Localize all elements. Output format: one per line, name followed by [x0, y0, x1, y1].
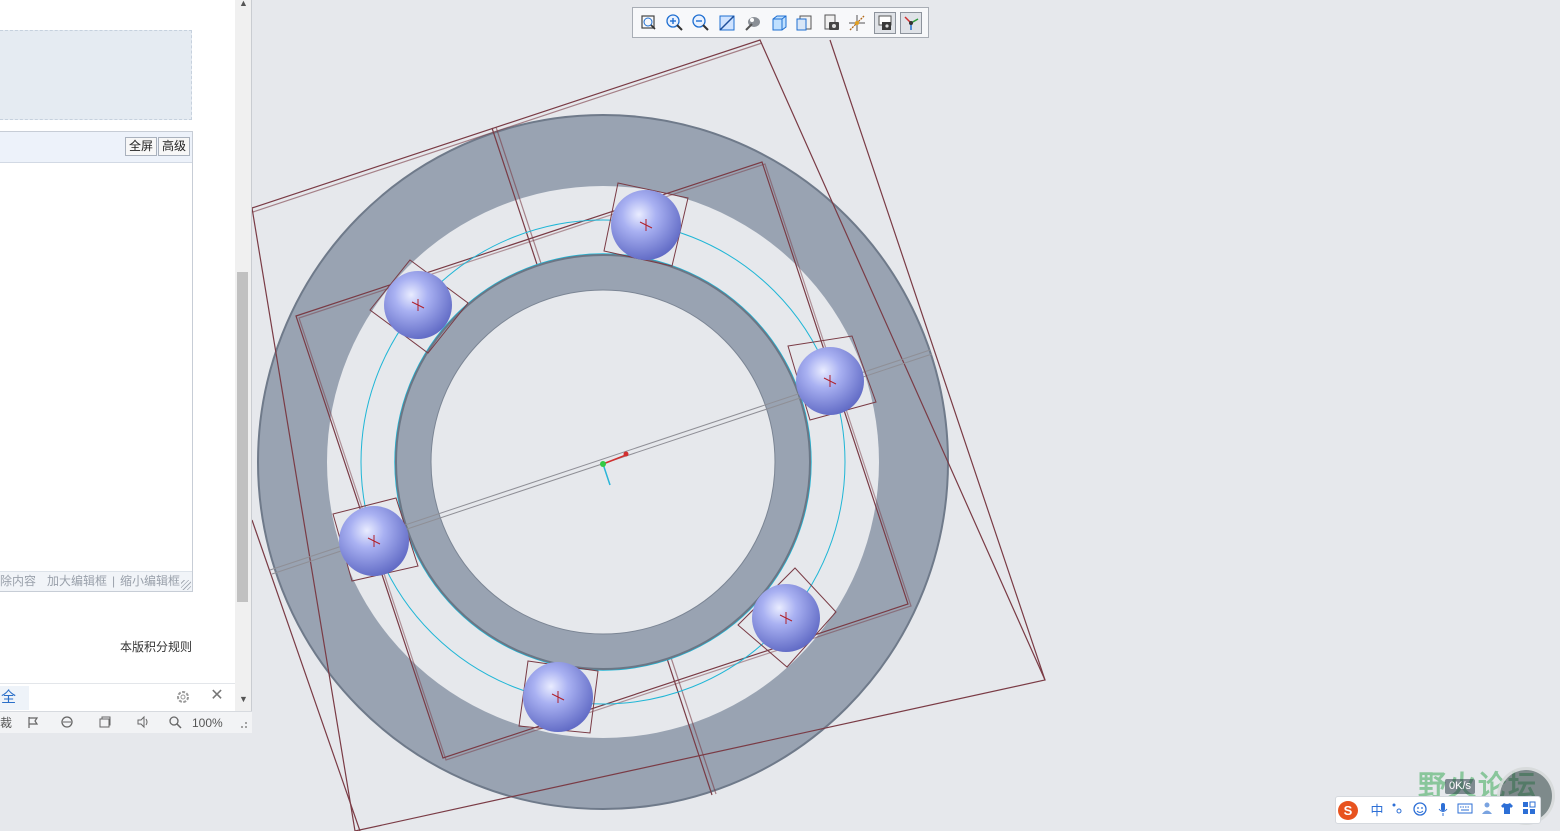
toolbox-icon[interactable]: [1520, 801, 1538, 820]
skin-icon[interactable]: [1498, 801, 1516, 820]
network-speed-badge: 0K/s: [1445, 779, 1476, 794]
scroll-up-icon[interactable]: ▲: [239, 0, 248, 8]
clear-content-link[interactable]: 除内容: [0, 572, 36, 591]
browser-statusbar: 裁 100%: [0, 711, 252, 733]
attachment-drop-area[interactable]: [0, 30, 192, 120]
ime-toolbar: S 中: [1335, 796, 1541, 824]
search-tab[interactable]: 全: [0, 686, 29, 710]
advanced-mode-button[interactable]: 高级: [158, 137, 191, 156]
datum-display-icon[interactable]: [846, 12, 868, 34]
sound-icon[interactable]: [136, 715, 152, 731]
zoom-level[interactable]: 100%: [192, 715, 223, 731]
forum-rules-link[interactable]: 本版积分规则: [120, 638, 192, 655]
named-views-icon[interactable]: [794, 12, 816, 34]
ie-mode-icon[interactable]: [60, 715, 76, 731]
search-bar: 全 ✕: [0, 683, 235, 711]
window-icon[interactable]: [98, 715, 114, 731]
spin-center-icon[interactable]: [900, 12, 922, 34]
user-icon[interactable]: [1478, 801, 1496, 820]
view-manager-icon[interactable]: [820, 12, 842, 34]
browser-window: 全屏 高级 除内容 加大编辑框 | 缩小编辑框 本版积分规则 ▲ ▼ 全 ✕ 裁: [0, 0, 252, 733]
close-icon[interactable]: ✕: [208, 685, 226, 705]
editor-footer: 除内容 加大编辑框 | 缩小编辑框: [0, 571, 192, 591]
fullscreen-button[interactable]: 全屏: [125, 137, 158, 156]
editor-toolbar: 全屏 高级: [0, 132, 192, 163]
microphone-icon[interactable]: [1434, 801, 1452, 820]
scroll-thumb[interactable]: [237, 272, 248, 602]
flag-icon[interactable]: [26, 715, 42, 731]
scroll-down-icon[interactable]: ▼: [239, 694, 248, 704]
zoom-icon[interactable]: [168, 715, 182, 731]
emoji-icon[interactable]: [1411, 801, 1429, 820]
post-editor[interactable]: 全屏 高级 除内容 加大编辑框 | 缩小编辑框: [0, 131, 193, 592]
refit-icon[interactable]: [716, 12, 738, 34]
resize-grip-icon[interactable]: [181, 580, 191, 590]
window-resize-grip-icon[interactable]: [238, 715, 248, 731]
sogou-logo-icon[interactable]: S: [1338, 801, 1358, 820]
view-toolbar: [632, 7, 929, 38]
footer-separator: |: [112, 574, 116, 588]
zoom-out-icon[interactable]: [690, 12, 712, 34]
screenshot-label[interactable]: 裁: [0, 715, 12, 731]
saved-views-icon[interactable]: [768, 12, 790, 34]
vertical-scrollbar[interactable]: ▲ ▼: [235, 0, 251, 712]
shading-icon[interactable]: [742, 12, 764, 34]
enlarge-editor-link[interactable]: 加大编辑框: [47, 572, 107, 591]
shrink-editor-link[interactable]: 缩小编辑框: [120, 572, 180, 591]
ime-mode-toggle[interactable]: 中: [1368, 801, 1386, 820]
annotation-display-icon[interactable]: [874, 12, 896, 34]
zoom-in-icon[interactable]: [664, 12, 686, 34]
punctuation-icon[interactable]: [1388, 801, 1406, 820]
gear-icon[interactable]: [174, 688, 192, 706]
zoom-window-icon[interactable]: [638, 12, 660, 34]
keyboard-icon[interactable]: [1456, 801, 1474, 820]
